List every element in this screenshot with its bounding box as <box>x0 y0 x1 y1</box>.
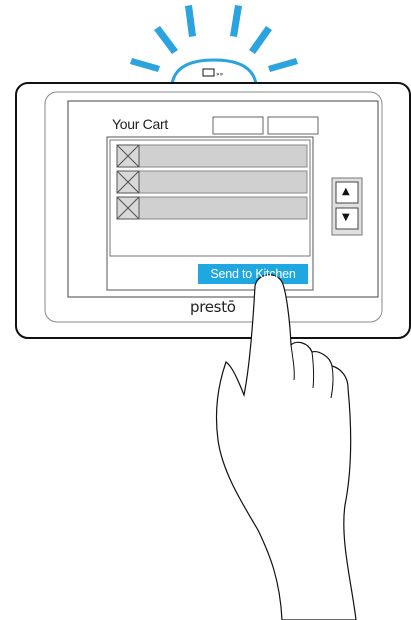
cart-title: Your Cart <box>112 116 168 132</box>
send-to-kitchen-label[interactable]: Send to Kitchen <box>198 264 308 284</box>
header-box-1[interactable] <box>212 116 264 135</box>
presto-logo: prestō <box>190 298 236 316</box>
placeholder-image-icon <box>116 170 140 194</box>
chevron-down-icon[interactable]: ▼ <box>342 212 350 223</box>
list-item[interactable] <box>116 196 308 220</box>
list-item[interactable] <box>116 170 308 194</box>
svg-text:»»: »» <box>216 71 224 78</box>
header-box-2[interactable] <box>267 116 319 135</box>
chevron-up-icon[interactable]: ▲ <box>342 186 350 197</box>
placeholder-image-icon <box>116 196 140 220</box>
placeholder-image-icon <box>116 144 140 168</box>
list-item[interactable] <box>116 144 308 168</box>
